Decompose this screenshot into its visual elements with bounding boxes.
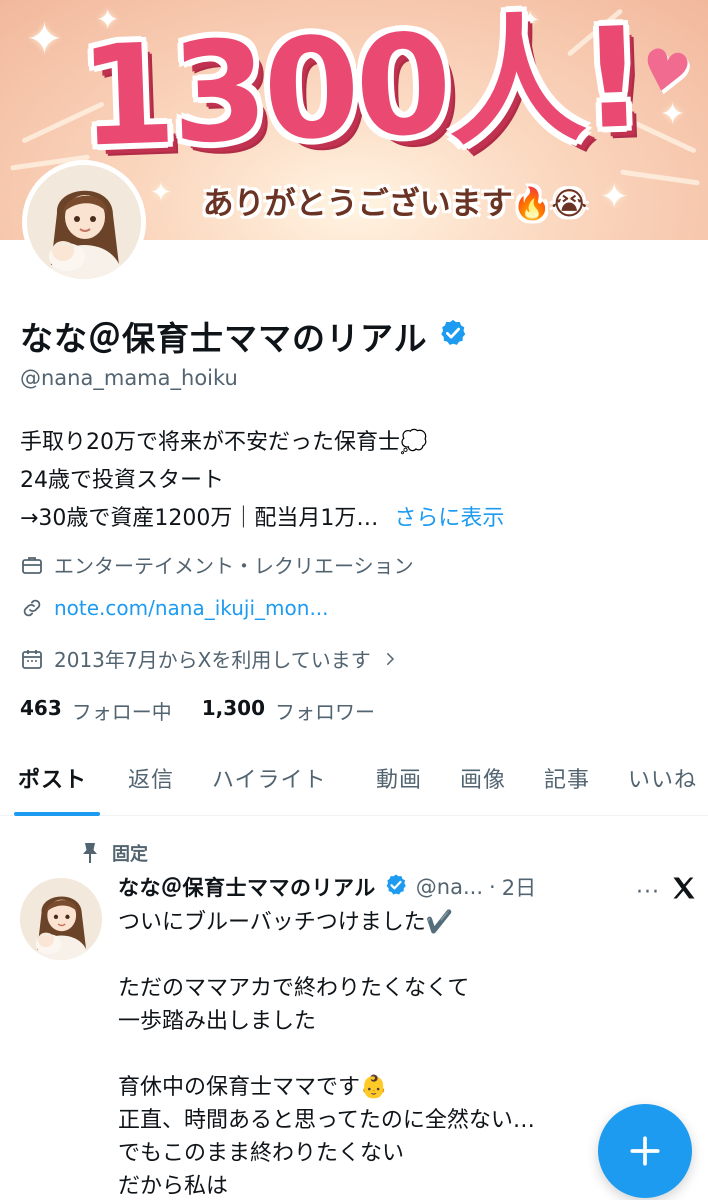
banner-thanks-label: ありがとうございます [202, 186, 513, 222]
pinned-label-row: 固定 [80, 840, 148, 866]
bio-line: →30歳で資産1200万｜配当月1万… さらに表示 [20, 500, 504, 538]
pinned-label: 固定 [112, 844, 148, 865]
followers-count: 1,300 [201, 696, 266, 720]
post-line [118, 1038, 535, 1071]
bio-line: 手取り20万で将来が不安だった保育士 💭 [20, 424, 504, 462]
following-label: フォロー中 [71, 700, 172, 724]
calendar-icon [22, 649, 42, 669]
tab-replies[interactable]: 返信 [128, 762, 174, 794]
verified-badge-icon[interactable] [384, 873, 408, 902]
post-timestamp[interactable]: 2日 [502, 872, 536, 902]
profile-website-link[interactable]: note.com/nana_ikuji_mon... [54, 596, 329, 620]
chevron-right-icon[interactable] [381, 650, 399, 668]
profile-category-row: エンターテイメント・レクリエーション [20, 550, 414, 579]
tab-likes[interactable]: いいね [628, 762, 697, 794]
avatar-illustration [27, 165, 141, 279]
followers-stat[interactable]: 1,300 フォロワー [202, 696, 375, 725]
bio-line-text: 手取り20万で将来が不安だった保育士 [20, 430, 400, 455]
active-tab-indicator [14, 812, 100, 816]
profile-name-text: なな＠保育士ママのリアル [20, 319, 428, 358]
post-text: ついにブルーバッチつけました✔️ ただのママアカで終わりたくなくて 一歩踏み出し… [118, 906, 535, 1200]
bio-line: 24歳で投資スタート [20, 462, 504, 500]
profile-category: エンターテイメント・レクリエーション [54, 554, 414, 578]
follow-stats: 463 フォロー中 1,300 フォロワー [20, 696, 397, 725]
post-line: でもこのまま終わりたくない [118, 1141, 405, 1166]
following-stat[interactable]: 463 フォロー中 [20, 696, 172, 725]
banner-count-text: 1300人! [76, 0, 644, 178]
tab-images[interactable]: 画像 [460, 762, 506, 794]
post-more-options-icon[interactable]: ··· [636, 880, 660, 905]
plus-icon [630, 1136, 660, 1166]
tab-highlights[interactable]: ハイライト [212, 762, 327, 794]
banner-ray [620, 169, 700, 186]
thought-bubble-emoji: 💭 [400, 430, 428, 455]
link-icon [23, 599, 41, 617]
banner-thanks-text: ありがとうございます🔥😭 [185, 178, 605, 223]
profile-handle: @nana_mama_hoiku [20, 366, 238, 390]
post-line: ただのママアカで終わりたくなくて [118, 976, 470, 1001]
bio-line-text: →30歳で資産1200万｜配当月1万… [20, 506, 379, 531]
profile-link-row: note.com/nana_ikuji_mon... [20, 596, 329, 620]
profile-joined-row: 2013年7月からXを利用しています [20, 644, 399, 673]
tab-articles[interactable]: 記事 [544, 762, 590, 794]
sparkle-icon: ✦ [150, 178, 172, 208]
verified-badge-icon[interactable] [438, 317, 468, 356]
profile-name: なな＠保育士ママのリアル [20, 312, 468, 360]
avatar-illustration-svg [20, 878, 102, 960]
pin-icon [83, 843, 97, 863]
fire-crying-emoji: 🔥😭 [512, 186, 588, 222]
following-count: 463 [20, 696, 62, 720]
followers-label: フォロワー [275, 700, 376, 724]
post-line: 正直、時間あると思ってたのに全然ない… [118, 1108, 535, 1133]
separator-dot: · [489, 875, 496, 899]
avatar-illustration-svg [27, 165, 141, 279]
profile-bio: 手取り20万で将来が不安だった保育士 💭 24歳で投資スタート →30歳で資産12… [20, 424, 504, 538]
bio-line-text: 24歳で投資スタート [20, 468, 224, 493]
tab-posts[interactable]: ポスト [18, 762, 87, 794]
x-logo-icon[interactable] [670, 874, 698, 902]
tab-videos[interactable]: 動画 [376, 762, 422, 794]
post-line: 育休中の保育士ママです👶 [118, 1075, 388, 1100]
post-line: ついにブルーバッチつけました✔️ [118, 910, 454, 935]
post-author-name[interactable]: なな＠保育士ママのリアル [118, 872, 376, 902]
post-author-handle[interactable]: @na... [416, 875, 483, 899]
compose-post-button[interactable] [598, 1104, 692, 1198]
post-author-avatar[interactable] [20, 878, 102, 960]
profile-tabs: ポスト 返信 ハイライト 動画 画像 記事 いいね [0, 740, 708, 816]
show-more-link[interactable]: さらに表示 [394, 500, 504, 538]
profile-joined-date[interactable]: 2013年7月からXを利用しています [54, 644, 371, 673]
post-line [118, 939, 535, 972]
profile-avatar[interactable] [22, 160, 146, 284]
post-line: 一歩踏み出しました [118, 1009, 317, 1034]
post-line: だから私は [118, 1174, 229, 1199]
briefcase-icon [22, 556, 42, 574]
post-header: なな＠保育士ママのリアル @na... · 2日 [118, 872, 536, 902]
